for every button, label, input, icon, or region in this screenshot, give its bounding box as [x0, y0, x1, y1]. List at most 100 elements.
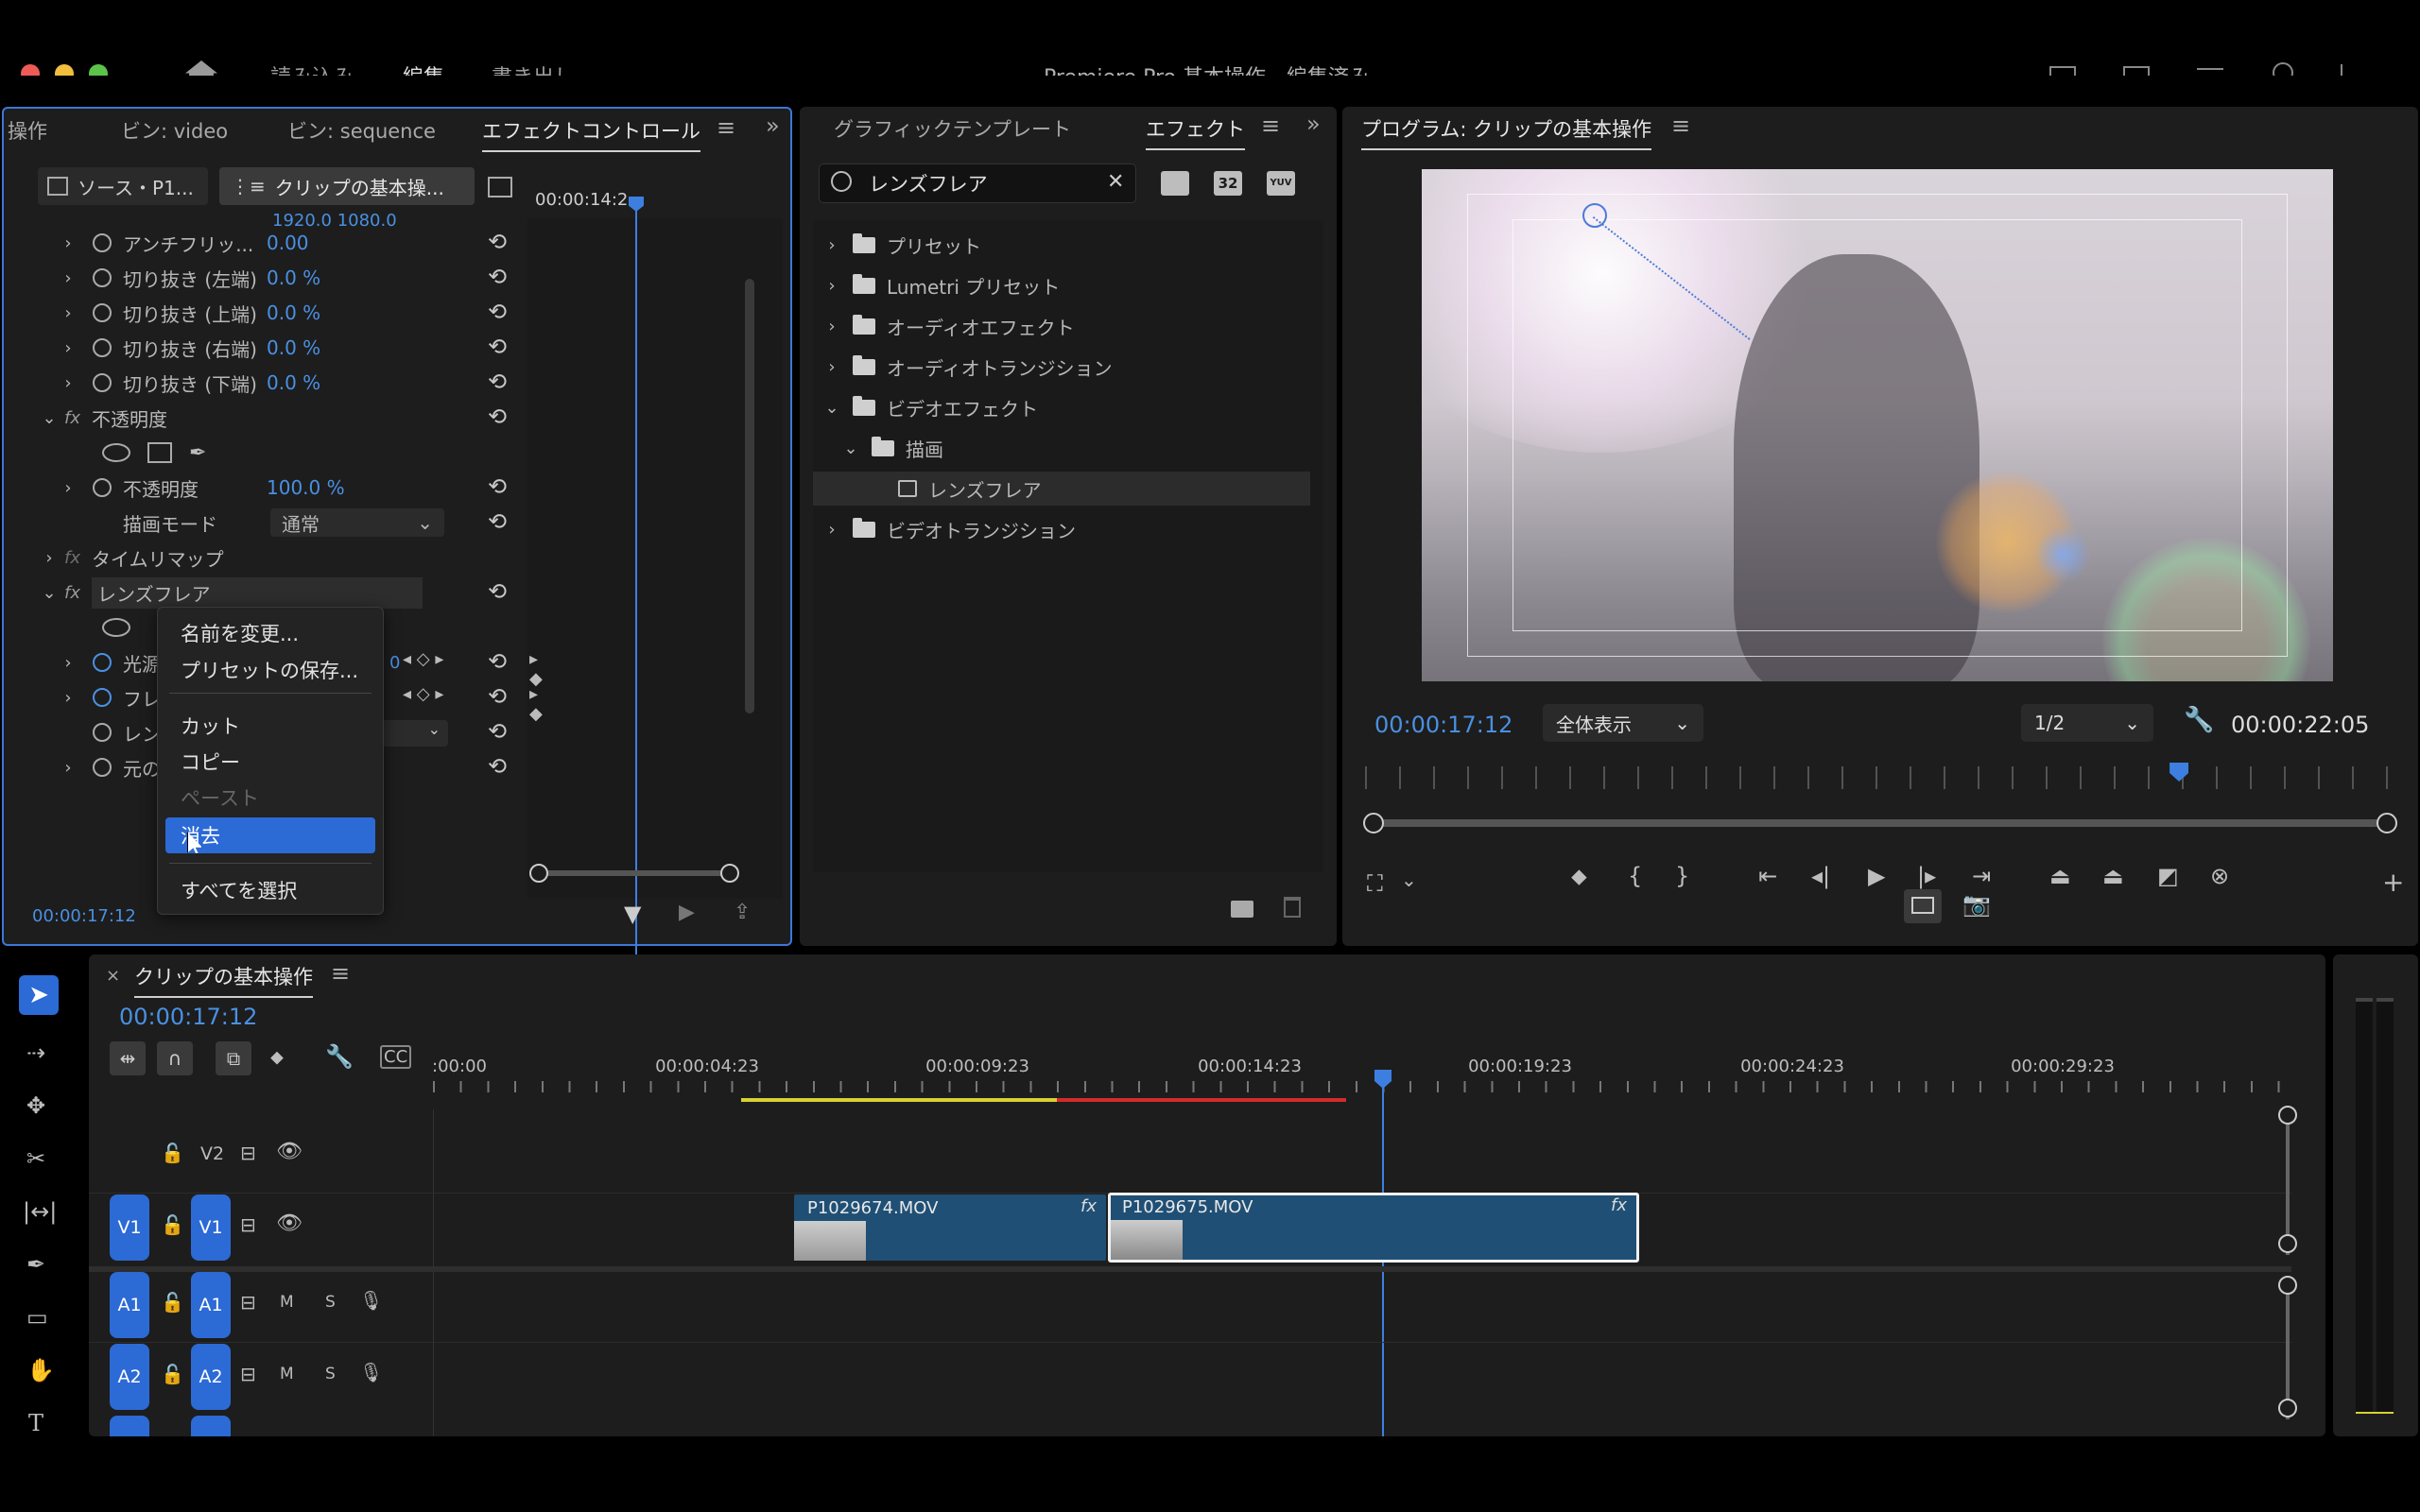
step-back-icon[interactable]: ◂|: [1811, 863, 1830, 889]
panel-menu-icon[interactable]: ≡: [1671, 112, 1690, 139]
minimize-window-button[interactable]: [55, 64, 74, 76]
timeline-ruler[interactable]: :00:00 00:00:04:23 00:00:09:23 00:00:14:…: [432, 1030, 2305, 1109]
reset-icon[interactable]: [488, 336, 516, 357]
stopwatch-icon[interactable]: [93, 758, 112, 777]
expand-chevron-icon[interactable]: ›: [822, 276, 841, 296]
keyframe-nav-source[interactable]: ◂ ◇ ▸: [403, 649, 443, 669]
reset-icon[interactable]: [488, 371, 516, 392]
menu-item-clear[interactable]: 消去: [181, 821, 220, 850]
expand-chevron-icon[interactable]: ›: [59, 373, 78, 393]
timeline-clip[interactable]: P1029674.MOV fx: [794, 1194, 1106, 1261]
tree-item-audio-transitions[interactable]: › オーディオトランジション: [813, 350, 1113, 384]
ec-zoom-handle-right[interactable]: [720, 864, 739, 883]
expand-chevron-icon[interactable]: ›: [59, 233, 78, 253]
ripple-edit-tool-icon[interactable]: ✥: [26, 1092, 45, 1119]
expand-chevron-icon[interactable]: ›: [822, 357, 841, 377]
settings-grid-icon[interactable]: ⛶: [1367, 870, 1383, 897]
expand-chevron-icon[interactable]: ›: [59, 653, 78, 673]
menu-item-copy[interactable]: コピー: [181, 747, 240, 776]
clip-tab[interactable]: ⋮≡ クリップの基本操...: [219, 167, 475, 205]
add-button-icon[interactable]: +: [2382, 867, 2404, 898]
source-patch-a1[interactable]: A1: [110, 1272, 149, 1338]
go-to-in-icon[interactable]: ⇤: [1758, 863, 1777, 889]
menu-item-save-preset[interactable]: プリセットの保存...: [181, 656, 358, 684]
source-patch-a3-partial[interactable]: [110, 1416, 149, 1436]
fx-icon[interactable]: fx: [64, 583, 80, 603]
collapse-chevron-icon[interactable]: ⌄: [841, 438, 860, 458]
tree-item-video-effects[interactable]: ⌄ ビデオエフェクト: [813, 390, 1038, 424]
blend-mode-dropdown[interactable]: 通常 ⌄: [270, 508, 444, 537]
ec-zoom-slider[interactable]: [539, 870, 734, 876]
play-audio-icon[interactable]: ▶: [679, 901, 695, 924]
expand-chevron-icon[interactable]: ›: [59, 688, 78, 708]
program-title[interactable]: プログラム: クリップの基本操作: [1361, 114, 1652, 150]
stopwatch-icon[interactable]: [93, 478, 112, 497]
timeline-timecode[interactable]: 00:00:17:12: [119, 1004, 257, 1030]
panel-overflow-icon[interactable]: »: [1306, 111, 1321, 137]
stopwatch-icon[interactable]: [93, 303, 112, 322]
nav-import[interactable]: 読み込み: [270, 60, 354, 76]
clip-fx-badge[interactable]: fx: [1080, 1196, 1097, 1216]
panel-menu-icon[interactable]: ≡: [1261, 112, 1280, 139]
add-marker-icon[interactable]: ⬥: [270, 1045, 284, 1068]
stopwatch-icon[interactable]: [93, 338, 112, 357]
filter-icon[interactable]: ▼: [624, 901, 641, 927]
effect-group-opacity[interactable]: ⌄ fx 不透明度: [4, 401, 167, 435]
collapse-chevron-icon[interactable]: ⌄: [40, 408, 59, 428]
stopwatch-icon[interactable]: [93, 268, 112, 287]
rectangle-tool-icon[interactable]: ▭: [26, 1304, 48, 1331]
expand-chevron-icon[interactable]: ›: [822, 317, 841, 336]
rectangle-mask-icon[interactable]: [147, 442, 172, 463]
reset-icon[interactable]: [488, 301, 516, 322]
mark-in-icon[interactable]: {: [1628, 863, 1642, 889]
progress-icon[interactable]: [2197, 68, 2223, 76]
effect-group-time-remap[interactable]: › fx タイムリマップ: [4, 541, 223, 575]
source-patch-a2[interactable]: A2: [110, 1344, 149, 1410]
stopwatch-icon[interactable]: [93, 723, 112, 742]
keyframe-diamond[interactable]: ▸ ◆: [529, 649, 543, 689]
mute-button[interactable]: M: [280, 1293, 294, 1312]
tree-item-presets[interactable]: › プリセット: [813, 228, 981, 262]
keyframe-diamond[interactable]: ▸ ◆: [529, 684, 543, 724]
reset-icon[interactable]: [488, 756, 516, 777]
program-ruler[interactable]: [1365, 766, 2395, 789]
mark-out-icon[interactable]: }: [1675, 863, 1689, 889]
pen-tool-icon[interactable]: ✒: [26, 1251, 45, 1278]
track-target-a2[interactable]: A2: [191, 1344, 231, 1410]
captions-icon[interactable]: CC: [380, 1045, 412, 1069]
property-value[interactable]: 0.0 %: [267, 371, 320, 394]
layout-icon[interactable]: [2123, 66, 2150, 76]
ec-bottom-timecode[interactable]: 00:00:17:12: [32, 906, 136, 926]
type-tool-icon[interactable]: T: [28, 1410, 43, 1436]
lens-type-dropdown[interactable]: ⌄: [382, 720, 448, 747]
collapse-chevron-icon[interactable]: ⌄: [40, 583, 59, 603]
program-zoom-handle-right[interactable]: [2377, 813, 2397, 833]
search-icon[interactable]: [2273, 62, 2293, 76]
panel-overflow-icon[interactable]: »: [766, 112, 780, 139]
property-value[interactable]: 0.00: [267, 232, 309, 254]
pen-mask-icon[interactable]: ✒: [189, 441, 206, 465]
linked-selection-toggle[interactable]: ⧉: [216, 1041, 251, 1075]
toggle-timeline-icon[interactable]: [488, 177, 512, 198]
reset-icon[interactable]: [488, 686, 516, 707]
tab-graphics-templates[interactable]: グラフィックテンプレート: [834, 114, 1071, 143]
microphone-icon[interactable]: 🎙: [359, 1361, 383, 1383]
lock-icon[interactable]: 🔓: [161, 1291, 184, 1314]
ec-scrollbar[interactable]: [745, 279, 754, 713]
nest-toggle[interactable]: ⇹: [110, 1041, 146, 1075]
effects-search-input[interactable]: [869, 170, 1077, 197]
eye-icon[interactable]: 👁: [276, 1211, 302, 1235]
property-value[interactable]: 0.0 %: [267, 336, 320, 359]
reset-icon[interactable]: [488, 581, 516, 602]
32bit-effects-icon[interactable]: 32: [1214, 171, 1242, 196]
tab-effects[interactable]: エフェクト: [1146, 114, 1245, 150]
tab-bin-sequence[interactable]: ビン: sequence: [287, 116, 436, 145]
track-target-v1[interactable]: V1: [191, 1194, 231, 1261]
timeline-settings-icon[interactable]: 🔧: [325, 1043, 354, 1070]
sync-lock-icon[interactable]: ⊟: [240, 1363, 256, 1385]
menu-item-rename[interactable]: 名前を変更...: [181, 619, 299, 647]
slip-tool-icon[interactable]: |↔|: [23, 1198, 57, 1225]
expand-chevron-icon[interactable]: ›: [59, 338, 78, 358]
reset-icon[interactable]: [488, 721, 516, 742]
sync-lock-icon[interactable]: ⊟: [240, 1142, 256, 1164]
